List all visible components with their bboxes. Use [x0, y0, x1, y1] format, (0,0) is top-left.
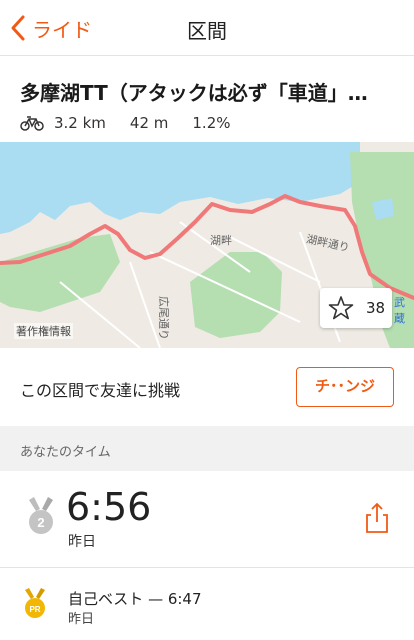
your-time-header: あなたのタイム [0, 426, 414, 471]
page-title: 区間 [187, 19, 227, 43]
challenge-text: この区間で友達に挑戦 [20, 381, 181, 400]
nav-bar: ライド 区間 [0, 0, 414, 56]
silver-medal-icon: 2 [29, 497, 53, 534]
segment-time: 6:56 [66, 485, 152, 529]
segment-map[interactable]: 湖畔 湖畔通り 広尾通り 武蔵 著作権情報 38 [0, 142, 414, 348]
star-button[interactable]: 38 [320, 288, 392, 328]
personal-best-row[interactable]: PR 自己ベスト — 6:47 昨日 [0, 568, 414, 640]
pr-badge-text: PR [29, 605, 40, 614]
personal-best-label: 自己ベスト — 6:47 [68, 590, 202, 608]
pr-medal-icon: PR [25, 588, 45, 618]
map-credit[interactable]: 著作権情報 [14, 323, 73, 339]
segment-distance: 3.2 km [54, 114, 106, 132]
rank-number: 2 [37, 515, 44, 530]
segment-header: 多摩湖TT（アタックは必ず「車道」… 3.2 km 42 m 1.2% [0, 56, 414, 142]
star-icon [328, 296, 354, 320]
bicycle-icon [20, 116, 44, 131]
segment-stats: 3.2 km 42 m 1.2% [20, 112, 255, 134]
segment-name: 多摩湖TT（アタックは必ず「車道」… [20, 81, 368, 105]
segment-grade: 1.2% [192, 114, 231, 132]
star-count: 38 [366, 299, 386, 317]
personal-best-date: 昨日 [68, 612, 95, 627]
share-icon[interactable] [364, 502, 390, 534]
your-time-title: あなたのタイム [20, 445, 111, 460]
segment-elevation: 42 m [129, 114, 169, 132]
segment-time-date: 昨日 [68, 534, 96, 550]
map-label-hiroo: 広尾通り [157, 296, 170, 340]
map-label-musashi: 武蔵 [394, 296, 405, 325]
challenge-row: この区間で友達に挑戦 チ･･ンジ [0, 348, 414, 426]
your-time-row[interactable]: 2 6:56 昨日 [0, 471, 414, 568]
map-label-kohan: 湖畔 [210, 234, 232, 247]
challenge-button[interactable]: チ･･ンジ [296, 367, 394, 407]
